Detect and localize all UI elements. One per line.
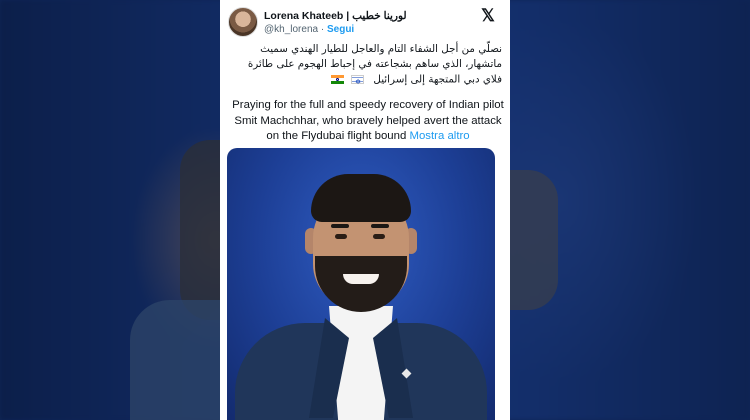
show-more-link[interactable]: Mostra altro <box>409 130 469 142</box>
tweet-photo[interactable] <box>227 148 495 420</box>
photo-brow-left <box>331 224 349 228</box>
photo-eye-right <box>373 234 385 239</box>
x-logo-icon[interactable]: 𝕏 <box>480 7 496 24</box>
separator: · <box>320 24 325 35</box>
india-flag-icon <box>330 74 344 84</box>
tweet-text-arabic: نصلّي من أجل الشفاء التام والعاجل للطيار… <box>230 42 502 90</box>
arabic-text: نصلّي من أجل الشفاء التام والعاجل للطيار… <box>247 43 502 86</box>
avatar[interactable] <box>228 7 258 37</box>
photo-hair <box>311 174 411 222</box>
flags <box>329 72 366 90</box>
photo-smile <box>343 274 379 284</box>
follow-button[interactable]: Segui <box>327 24 354 35</box>
author-name[interactable]: Lorena Khateeb | لورينا خطيب <box>264 10 407 22</box>
tweet-header: Lorena Khateeb | لورينا خطيب @kh_lorena … <box>226 4 504 38</box>
israel-flag-icon <box>351 74 365 90</box>
tweet-text-english: Praying for the full and speedy recovery… <box>230 98 506 145</box>
author-handle[interactable]: @kh_lorena <box>264 24 318 35</box>
tweet-card: Lorena Khateeb | لورينا خطيب @kh_lorena … <box>220 0 510 420</box>
photo-beard <box>315 256 407 312</box>
photo-brow-right <box>371 224 389 228</box>
author-handle-row: @kh_lorena · Segui <box>264 24 354 35</box>
photo-eye-left <box>335 234 347 239</box>
